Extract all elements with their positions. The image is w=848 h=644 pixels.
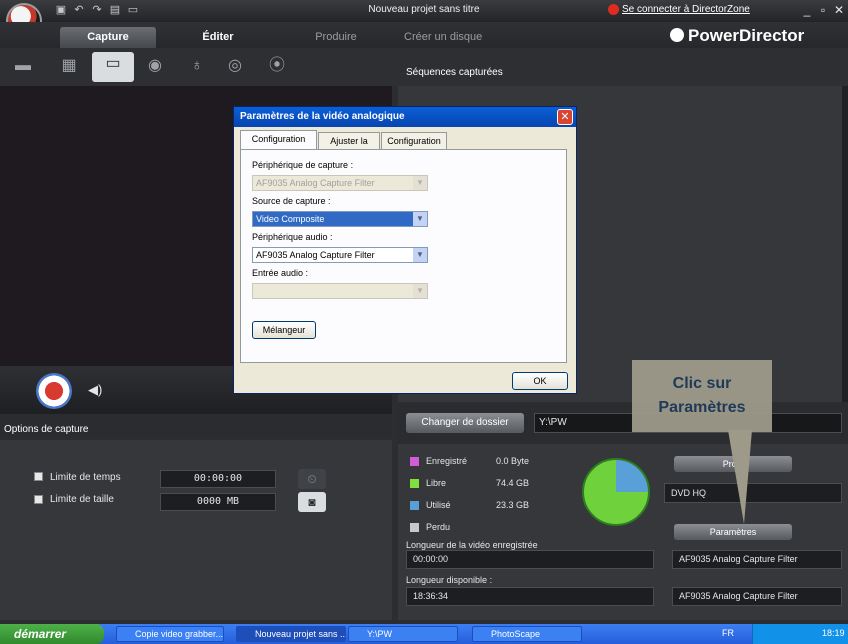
capture-device-select: AF9035 Analog Capture Filter ▼ [252, 175, 428, 191]
dialog-title: Paramètres de la vidéo analogique [240, 111, 405, 122]
minimize-icon[interactable]: _ [800, 3, 814, 17]
dvd-icon[interactable]: ⦿ [264, 54, 290, 78]
callout-line1: Clic sur [672, 375, 732, 392]
ok-button[interactable]: OK [512, 372, 568, 390]
legend-label: Perdu [426, 522, 451, 532]
legend-value: 74.4 GB [496, 478, 530, 488]
change-folder-button[interactable]: Changer de dossier [406, 413, 524, 433]
capture-options-label: Options de capture [4, 424, 89, 435]
available-length-field: 18:36:34 [406, 587, 654, 606]
tab-adjust-video[interactable]: Ajuster la vidéo [318, 132, 380, 162]
snapshot-camera-icon[interactable]: ◙ [298, 492, 326, 512]
taskbar-item-photoscape[interactable]: PhotoScape [472, 626, 582, 642]
tab-produce[interactable]: Produire [296, 27, 376, 48]
audio-device-field: AF9035 Analog Capture Filter [672, 587, 842, 606]
capture-device-value: AF9035 Analog Capture Filter [256, 178, 375, 188]
legend-label: Utilisé [426, 500, 451, 510]
parameters-button[interactable]: Paramètres [674, 524, 792, 540]
taskbar-item-video-grabber[interactable]: Copie video grabber.... [116, 626, 224, 642]
audio-input-select: ▼ [252, 283, 428, 299]
analog-tv-icon[interactable]: ▭ [92, 52, 134, 82]
capture-source-value: Video Composite [256, 214, 325, 224]
capture-device-label: Périphérique de capture : [252, 160, 354, 170]
tab-tv-config[interactable]: Configuration TV [381, 132, 447, 162]
available-length-label: Longueur disponible : [406, 575, 493, 585]
time-limit-label: Limite de temps [50, 472, 121, 483]
size-limit-checkbox[interactable] [34, 495, 43, 504]
record-button[interactable] [36, 373, 72, 409]
size-limit-field[interactable]: 0000 MB [160, 493, 276, 511]
webcam-icon[interactable]: ◉ [142, 54, 168, 78]
recorded-length-label: Longueur de la vidéo enregistrée [406, 540, 538, 550]
tab-create-disc[interactable]: Créer un disque [404, 27, 484, 48]
chevron-down-icon: ▼ [413, 176, 427, 190]
time-limit-checkbox[interactable] [34, 472, 43, 481]
dialog-close-icon[interactable]: ✕ [557, 109, 573, 125]
volume-icon[interactable]: ◀) [88, 382, 102, 398]
legend-label: Libre [426, 478, 447, 488]
audio-device-label: Périphérique audio : [252, 232, 333, 242]
tab-edit[interactable]: Éditer [186, 27, 250, 48]
clock: 18:19 [822, 628, 845, 638]
language-indicator[interactable]: FR [722, 628, 734, 638]
callout-text: Clic sur Paramètres [632, 372, 772, 420]
size-limit-label: Limite de taille [50, 494, 114, 505]
capture-source-label: Source de capture : [252, 196, 331, 206]
sequences-label: Séquences capturées [406, 67, 503, 78]
maximize-icon[interactable]: ▫ [816, 3, 830, 17]
legend-swatch [410, 479, 419, 488]
tab-video-config[interactable]: Configuration vidéo [240, 130, 317, 160]
start-button[interactable]: démarrer [0, 624, 104, 644]
microphone-icon[interactable]: ♁ [184, 54, 210, 78]
legend-swatch [410, 501, 419, 510]
chevron-down-icon: ▼ [413, 284, 427, 298]
time-limit-field[interactable]: 00:00:00 [160, 470, 276, 488]
legend-swatch [410, 523, 419, 532]
audio-input-label: Entrée audio : [252, 268, 309, 278]
directorzone-link[interactable]: Se connecter à DirectorZone [622, 4, 750, 15]
capture-options-panel [0, 440, 392, 620]
recorded-length-field: 00:00:00 [406, 550, 654, 569]
directorzone-icon [608, 4, 619, 15]
video-device-field: AF9035 Analog Capture Filter [672, 550, 842, 569]
chevron-down-icon[interactable]: ▼ [413, 212, 427, 226]
disk-usage-pie-chart [582, 458, 650, 526]
close-icon[interactable]: ✕ [832, 3, 846, 17]
hdv-camcorder-icon[interactable]: ▦ [56, 54, 82, 78]
legend-value: 23.3 GB [496, 500, 530, 510]
callout-line2: Paramètres [658, 399, 746, 416]
taskbar-item-folder[interactable]: Y:\PW [348, 626, 458, 642]
dv-camcorder-icon[interactable]: ▬ [10, 54, 36, 78]
chevron-down-icon[interactable]: ▼ [413, 248, 427, 262]
brand-icon [670, 28, 684, 42]
sequences-scrollbar[interactable] [842, 86, 848, 402]
callout-pointer [728, 430, 752, 524]
legend-value: 0.0 Byte [496, 456, 530, 466]
tab-capture[interactable]: Capture [60, 27, 156, 48]
taskbar-item-powerdirector[interactable]: Nouveau projet sans ... [236, 626, 346, 642]
timer-icon[interactable]: ⏲ [298, 469, 326, 489]
cd-audio-icon[interactable]: ◎ [222, 54, 248, 78]
brand-logo: PowerDirector [688, 26, 805, 45]
capture-source-select[interactable]: Video Composite ▼ [252, 211, 428, 227]
legend-label: Enregistré [426, 456, 468, 466]
audio-device-value: AF9035 Analog Capture Filter [256, 250, 375, 260]
audio-device-select[interactable]: AF9035 Analog Capture Filter ▼ [252, 247, 428, 263]
legend-swatch [410, 457, 419, 466]
mixer-button[interactable]: Mélangeur [252, 321, 316, 339]
